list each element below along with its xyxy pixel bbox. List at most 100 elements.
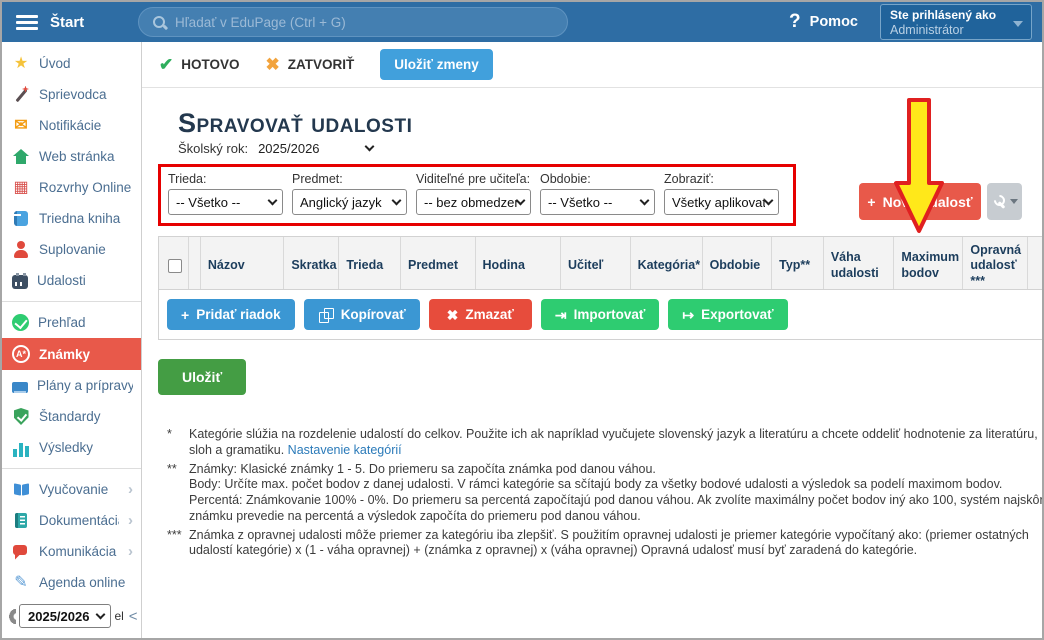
sidebar-item-notifikacie[interactable]: ✉ Notifikácie: [2, 110, 141, 141]
column-header-vaha-udalosti: Váha udalosti: [824, 237, 895, 289]
collapse-sidebar-chevron[interactable]: <: [129, 608, 138, 625]
sidebar-item-label: Prehľad: [38, 315, 133, 330]
sidebar-item-suplovanie[interactable]: Suplovanie: [2, 234, 141, 265]
done-button[interactable]: ✔ HOTOVO: [159, 55, 240, 75]
sidebar-item-label: Sprievodca: [39, 87, 133, 102]
document-icon: [15, 513, 27, 528]
action-bar: ✔ HOTOVO ✖ ZATVORIŤ Uložiť zmeny: [142, 42, 1042, 88]
chevron-down-icon: [364, 142, 374, 152]
sidebar-item-agenda-online[interactable]: ✎ Agenda online: [2, 567, 141, 598]
gear-icon[interactable]: [5, 609, 16, 624]
sidebar-item-rozvrhy-online[interactable]: ▦ Rozvrhy Online: [2, 172, 141, 203]
tools-dropdown-button[interactable]: [987, 183, 1022, 220]
filter-trieda: Trieda: -- Všetko --: [168, 172, 283, 215]
magic-wand-icon: [12, 86, 30, 104]
sidebar: ★ Úvod Sprievodca ✉ Notifikácie Web strá…: [2, 42, 142, 638]
chat-bubbles-icon: [12, 543, 30, 561]
column-header-trieda: Trieda: [339, 237, 401, 289]
footnotes: * Kategórie slúžia na rozdelenie udalost…: [165, 427, 1044, 559]
filter-viditelne: Viditeľné pre učiteľa: -- bez obmedzen: [416, 172, 531, 215]
sidebar-item-triedna-kniha[interactable]: Triedna kniha: [2, 203, 141, 234]
sidebar-item-label: Vyučovanie: [39, 482, 119, 497]
import-button[interactable]: ⇥ Importovať: [541, 299, 659, 330]
filter-label: Obdobie:: [540, 172, 655, 186]
school-year-value: 2025/2026: [28, 609, 89, 624]
sidebar-item-vyucovanie[interactable]: Vyučovanie ›: [2, 474, 141, 505]
viditelne-select[interactable]: -- bez obmedzen: [416, 189, 531, 215]
sidebar-item-standardy[interactable]: Štandardy: [2, 401, 141, 432]
trieda-select[interactable]: -- Všetko --: [168, 189, 283, 215]
sidebar-item-vysledky[interactable]: Výsledky: [2, 432, 141, 463]
sidebar-separator: [2, 301, 141, 302]
caret-down-icon: [1010, 199, 1018, 204]
hamburger-menu-icon[interactable]: [16, 15, 38, 30]
viditelne-select-value: -- bez obmedzen: [424, 195, 517, 210]
zobrazit-select[interactable]: Všetky aplikovat: [664, 189, 779, 215]
header-checkbox-cell: [159, 237, 189, 289]
sidebar-item-web-stranka[interactable]: Web stránka: [2, 141, 141, 172]
table-actions-row: + Pridať riadok Kopírovať ✖ Zmazať ⇥: [158, 290, 1044, 340]
sidebar-item-znamky-active[interactable]: A* Známky: [2, 338, 141, 370]
grade-a-icon: A*: [12, 345, 30, 363]
close-label: ZATVORIŤ: [288, 57, 355, 72]
account-menu[interactable]: Ste prihlásený ako Administrátor: [880, 4, 1032, 40]
close-x-icon: ✖: [266, 55, 280, 75]
chevron-down-icon: [764, 195, 774, 205]
export-button[interactable]: ↦ Exportovať: [668, 299, 787, 330]
obdobie-select[interactable]: -- Všetko --: [540, 189, 655, 215]
select-all-checkbox[interactable]: [168, 259, 182, 273]
school-year-select[interactable]: 2025/2026: [19, 604, 111, 628]
footnote-marker: *: [165, 427, 189, 459]
column-header-typ: Typ**: [772, 237, 824, 289]
footnote-marker: **: [165, 462, 189, 525]
start-menu-label[interactable]: Štart: [50, 14, 138, 31]
filter-zobrazit: Zobraziť: Všetky aplikovat: [664, 172, 779, 215]
chevron-down-icon: [392, 195, 402, 205]
sidebar-item-dokumentacia[interactable]: Dokumentácia ›: [2, 505, 141, 536]
signed-in-user: Administrátor: [890, 23, 1009, 38]
sidebar-item-udalosti[interactable]: Udalosti: [2, 265, 141, 296]
sidebar-item-komunikacia[interactable]: Komunikácia ›: [2, 536, 141, 567]
highlight-arrow-annotation: [893, 97, 945, 237]
search-input[interactable]: [175, 15, 535, 30]
column-header-kategoria: Kategória*: [631, 237, 703, 289]
copy-button[interactable]: Kopírovať: [304, 299, 420, 330]
save-changes-button[interactable]: Uložiť zmeny: [380, 49, 492, 80]
global-search[interactable]: [138, 7, 568, 37]
sidebar-item-label: Agenda online: [39, 575, 133, 590]
plus-icon: +: [867, 195, 875, 209]
envelope-icon: ✉: [12, 117, 30, 135]
footnote-line: Známky: Klasické známky 1 - 5. Do prieme…: [189, 462, 1044, 478]
save-button[interactable]: Uložiť: [158, 359, 246, 395]
delete-button[interactable]: ✖ Zmazať: [429, 299, 532, 330]
add-row-button[interactable]: + Pridať riadok: [167, 299, 295, 330]
search-icon: [151, 14, 167, 30]
star-icon: ★: [12, 55, 30, 73]
calendar-icon: [12, 275, 28, 289]
sidebar-item-sprievodca[interactable]: Sprievodca: [2, 79, 141, 110]
document-icon-wrap: [12, 512, 30, 530]
signed-in-label: Ste prihlásený ako: [890, 8, 1009, 23]
chevron-right-icon: ›: [128, 481, 133, 498]
person-icon: [12, 241, 30, 259]
filters-highlight-box: Trieda: -- Všetko -- Predmet: Anglický j…: [158, 164, 796, 226]
help-button[interactable]: ? Pomoc: [789, 11, 858, 33]
school-year-current: 2025/2026: [258, 141, 355, 156]
close-button[interactable]: ✖ ZATVORIŤ: [266, 55, 355, 75]
filter-label: Viditeľné pre učiteľa:: [416, 172, 531, 186]
obdobie-select-value: -- Všetko --: [548, 195, 612, 210]
sidebar-item-plany-a-pripravy[interactable]: Plány a prípravy: [2, 370, 141, 401]
wrench-icon: [992, 194, 1007, 210]
sidebar-item-prehlad[interactable]: Prehľad: [2, 307, 141, 338]
sidebar-item-label: Suplovanie: [39, 242, 133, 257]
footnote-types: ** Známky: Klasické známky 1 - 5. Do pri…: [165, 462, 1044, 525]
nastavenie-kategorii-link[interactable]: Nastavenie kategórií: [288, 443, 402, 457]
import-arrow-icon: ⇥: [555, 308, 567, 322]
chevron-right-icon: ›: [128, 512, 133, 529]
predmet-select[interactable]: Anglický jazyk: [292, 189, 407, 215]
export-label: Exportovať: [701, 307, 773, 322]
sidebar-item-uvod[interactable]: ★ Úvod: [2, 48, 141, 79]
delete-label: Zmazať: [465, 307, 513, 322]
sidebar-item-label: Dokumentácia: [39, 513, 119, 528]
caret-down-icon: [1013, 21, 1023, 27]
